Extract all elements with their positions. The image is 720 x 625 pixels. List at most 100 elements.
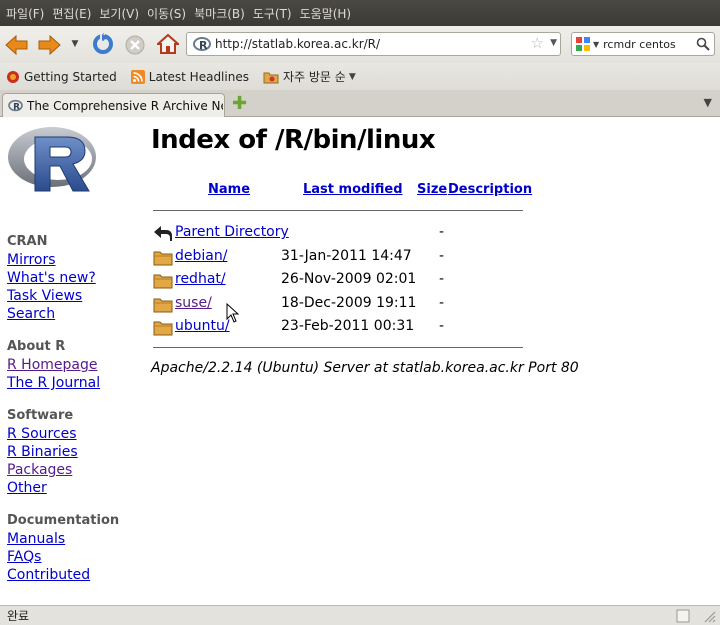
navigation-toolbar: ▼ R http://statlab.korea.ac.kr/R/ ☆ ▼ ▼ … [0,26,720,63]
menu-file[interactable]: 파일(F) [3,5,47,22]
page-status-icon [676,609,690,623]
svg-text:R: R [13,103,20,112]
sidebar-link-manuals[interactable]: Manuals [7,530,119,548]
row-name-link[interactable]: ubuntu/ [175,318,230,334]
bookmark-most-visited[interactable]: 자주 방문 순 ▼ [263,68,356,85]
bookmarks-toolbar: Getting Started Latest Headlines 자주 방문 순… [0,63,720,90]
sidebar-link-whats-new[interactable]: What's new? [7,269,96,287]
back-arrow-icon [5,35,28,55]
chevron-down-icon: ▼ [703,96,712,109]
chevron-down-icon: ▼ [348,71,356,82]
row-modified: 23-Feb-2011 00:31 [281,318,415,334]
folder-icon [153,296,173,317]
bookmark-getting-started[interactable]: Getting Started [6,70,117,84]
forward-button[interactable] [36,33,62,57]
row-modified: 18-Dec-2009 19:11 [281,295,417,311]
sidebar-link-mirrors[interactable]: Mirrors [7,251,96,269]
sidebar-heading: Software [7,408,74,423]
stop-button[interactable] [123,33,147,57]
tab-title: The Comprehensive R Archive Netw… [27,98,223,113]
server-signature: Apache/2.2.14 (Ubuntu) Server at statlab… [151,360,579,376]
row-size: - [439,248,445,264]
row-modified: 26-Nov-2009 02:01 [281,271,417,287]
sidebar-link-packages[interactable]: Packages [7,461,78,479]
r-logo-icon [8,127,96,192]
row-size: - [439,224,445,240]
column-header-description[interactable]: Description [448,182,532,197]
home-icon [157,34,179,54]
menu-tools[interactable]: 도구(T) [250,5,295,22]
sidebar-link-r-binaries[interactable]: R Binaries [7,443,78,461]
sidebar-link-r-journal[interactable]: The R Journal [7,374,100,392]
sidebar-group-about-r: About R R Homepage The R Journal [7,338,100,392]
row-name-link[interactable]: debian/ [175,248,227,264]
bookmark-latest-headlines[interactable]: Latest Headlines [130,69,249,84]
reload-icon [93,33,113,54]
menu-bookmarks[interactable]: 북마크(B) [191,5,248,22]
url-dropdown-icon[interactable]: ▼ [550,38,557,48]
back-button[interactable] [4,33,30,57]
table-row: redhat/ 26-Nov-2009 02:01 - [151,270,531,290]
search-input[interactable]: rcmdr centos [603,38,676,51]
site-r-icon: R [8,99,23,112]
google-search-icon [576,37,590,51]
parent-directory-link[interactable]: Parent Directory [175,224,289,240]
stop-icon [125,35,145,55]
mouse-cursor-icon [226,302,240,327]
reload-button[interactable] [91,32,115,56]
search-bar[interactable]: ▼ rcmdr centos [571,32,715,56]
plus-icon: ✚ [232,93,248,114]
folder-star-icon [263,70,279,84]
tab-cran[interactable]: R The Comprehensive R Archive Netw… [2,93,225,117]
sidebar-link-r-homepage[interactable]: R Homepage [7,356,100,374]
column-header-name[interactable]: Name [208,182,250,197]
firefox-icon [6,70,20,84]
resize-grip-icon[interactable] [702,609,716,623]
row-size: - [439,271,445,287]
rss-icon [130,69,145,84]
page-title: Index of /R/bin/linux [151,125,436,155]
menu-history[interactable]: 이동(S) [144,5,189,22]
column-header-size[interactable]: Size [417,182,447,197]
column-header-last-modified[interactable]: Last modified [303,182,403,197]
search-go-icon[interactable] [696,37,710,51]
sidebar-link-task-views[interactable]: Task Views [7,287,96,305]
bookmark-star-icon[interactable]: ☆ [531,34,544,52]
url-bar[interactable]: R http://statlab.korea.ac.kr/R/ ☆ ▼ [186,32,561,56]
table-row: suse/ 18-Dec-2009 19:11 - [151,294,531,314]
r-logo[interactable] [7,123,99,199]
table-row: ubuntu/ 23-Feb-2011 00:31 - [151,317,531,337]
home-button[interactable] [155,32,181,56]
sidebar-link-contributed[interactable]: Contributed [7,566,119,584]
sidebar-heading: Documentation [7,513,120,528]
row-size: - [439,295,445,311]
menu-help[interactable]: 도움말(H) [297,5,355,22]
sidebar-heading: About R [7,339,66,354]
menu-edit[interactable]: 편집(E) [49,5,94,22]
svg-text:R: R [199,39,208,52]
sidebar-link-search[interactable]: Search [7,305,96,323]
divider [153,210,523,211]
sidebar-link-other[interactable]: Other [7,479,78,497]
table-row-parent: Parent Directory - [151,223,531,243]
tab-list-button[interactable]: ▼ [704,96,712,109]
sidebar-heading: CRAN [7,234,48,249]
history-dropdown[interactable]: ▼ [68,37,82,51]
bookmark-label: Getting Started [24,69,117,84]
sidebar-group-software: Software R Sources R Binaries Packages O… [7,407,78,497]
new-tab-button[interactable]: ✚ [232,93,248,114]
url-text: http://statlab.korea.ac.kr/R/ [215,37,381,51]
sidebar-group-documentation: Documentation Manuals FAQs Contributed [7,512,119,584]
table-row: debian/ 31-Jan-2011 14:47 - [151,247,531,267]
row-size: - [439,318,445,334]
bookmark-label: Latest Headlines [148,69,249,84]
row-name-link[interactable]: redhat/ [175,271,226,287]
engine-dropdown-icon[interactable]: ▼ [593,40,599,49]
sidebar-link-r-sources[interactable]: R Sources [7,425,78,443]
chevron-down-icon: ▼ [71,39,79,49]
folder-icon [153,272,173,293]
sidebar-link-faqs[interactable]: FAQs [7,548,119,566]
menu-view[interactable]: 보기(V) [96,5,142,22]
row-name-link[interactable]: suse/ [175,295,212,311]
bookmark-label: 자주 방문 순 [282,70,346,84]
